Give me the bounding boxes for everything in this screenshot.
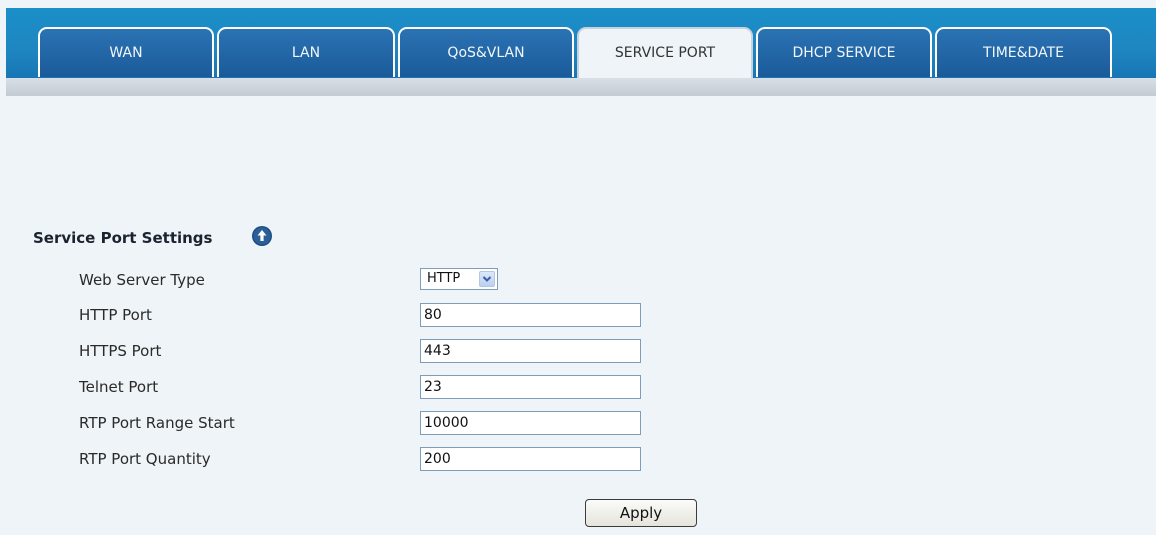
rtp-port-quantity-input[interactable] xyxy=(420,447,641,471)
rtp-port-range-start-input[interactable] xyxy=(420,411,641,435)
apply-button[interactable]: Apply xyxy=(585,499,697,527)
web-server-type-label: Web Server Type xyxy=(79,271,205,289)
chevron-down-icon[interactable] xyxy=(479,271,495,287)
web-server-type-select[interactable]: HTTP xyxy=(420,268,498,290)
help-icon[interactable] xyxy=(251,225,273,247)
rtp-port-range-start-label: RTP Port Range Start xyxy=(79,414,235,432)
http-port-input[interactable] xyxy=(420,303,641,327)
https-port-label: HTTPS Port xyxy=(79,342,162,360)
telnet-port-label: Telnet Port xyxy=(79,378,159,396)
section-title: Service Port Settings xyxy=(33,229,213,247)
http-port-label: HTTP Port xyxy=(79,306,152,324)
header-divider-bar xyxy=(6,78,1156,96)
https-port-input[interactable] xyxy=(420,339,641,363)
tab-time-date[interactable]: TIME&DATE xyxy=(935,27,1112,77)
web-server-type-value: HTTP xyxy=(427,271,461,286)
tab-service-port[interactable]: SERVICE PORT xyxy=(577,27,753,78)
tab-wan[interactable]: WAN xyxy=(38,27,214,77)
rtp-port-quantity-label: RTP Port Quantity xyxy=(79,450,211,468)
tab-lan[interactable]: LAN xyxy=(217,27,395,77)
telnet-port-input[interactable] xyxy=(420,375,641,399)
tab-dhcp-service[interactable]: DHCP SERVICE xyxy=(756,27,932,77)
tab-qos-vlan[interactable]: QoS&VLAN xyxy=(398,27,574,77)
